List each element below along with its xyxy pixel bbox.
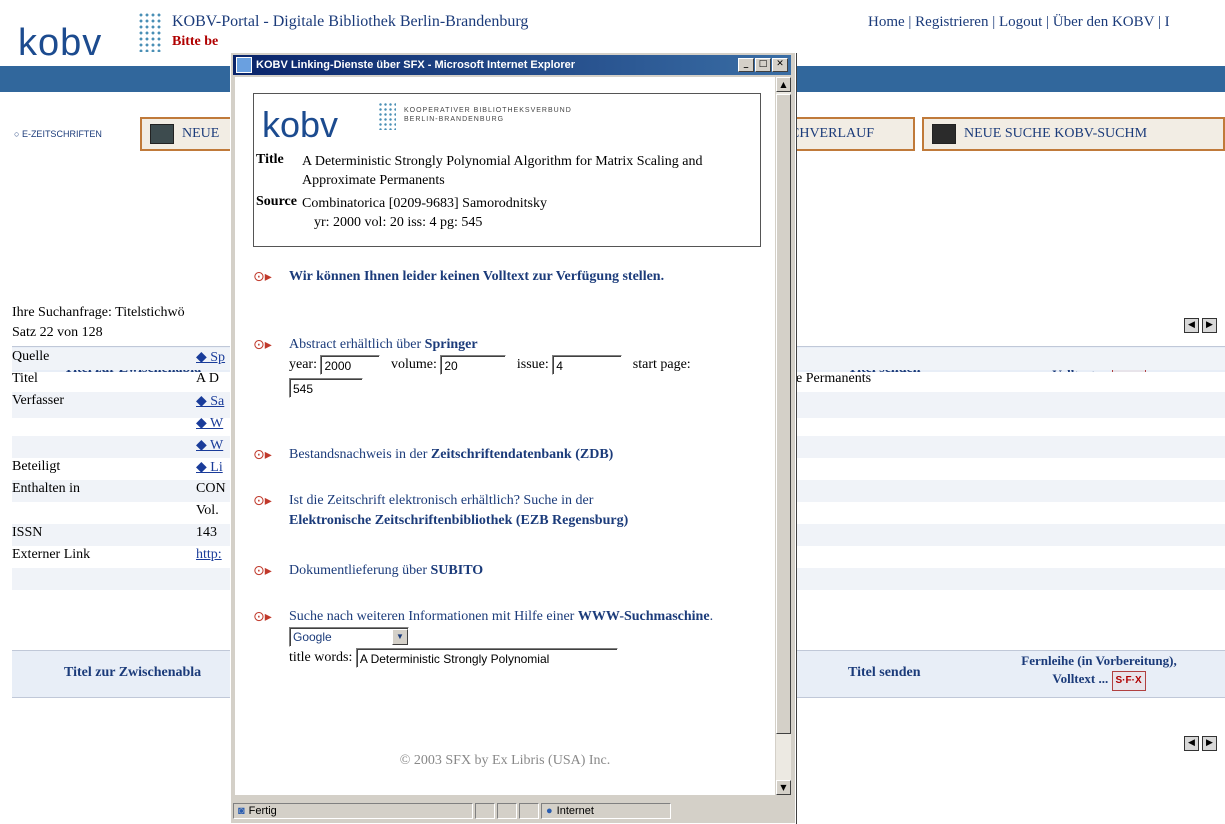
portal-title: KOBV-Portal - Digitale Bibliothek Berlin… [172, 13, 529, 30]
titel-tail: e Permanents [796, 371, 872, 386]
springer-link[interactable]: Springer [425, 337, 478, 352]
status-text: ◙ Fertig [233, 803, 473, 819]
copyright: © 2003 SFX by Ex Libris (USA) Inc. [399, 753, 611, 768]
externer-link-value[interactable]: http: [196, 547, 222, 563]
citation-source: Source Combinatorica [0209-9683] Samorodn… [256, 194, 547, 230]
scroll-thumb[interactable] [776, 94, 791, 734]
org-name: KOOPERATIVER BIBLIOTHEKSVERBUND BERLIN-BR… [404, 107, 572, 123]
service-ezb: ⊙▸ Ist die Zeitschrift elektronisch erhä… [253, 493, 629, 528]
issn-label: ISSN [12, 525, 43, 540]
prev-record-icon[interactable]: ◀ [1184, 318, 1199, 333]
fernleihe-bottom[interactable]: Fernleihe (in Vorbereitung), Volltext ..… [975, 652, 1223, 691]
year-input[interactable]: 2000 [320, 355, 381, 375]
externer-link-label: Externer Link [12, 547, 91, 562]
popup-logo-dots [378, 102, 396, 130]
prev-record-icon[interactable]: ◀ [1184, 736, 1199, 751]
citation-title: Title A Deterministic Strongly Polynomial… [256, 152, 703, 188]
popup-kobv-logo: kobv [262, 104, 339, 145]
status-zone: ● Internet [541, 803, 671, 819]
verfasser-label: Verfasser [12, 393, 65, 408]
arrow-bullet-icon: ⊙▸ [253, 493, 272, 509]
scroll-up-icon[interactable]: ▲ [776, 77, 791, 92]
scroll-down-icon[interactable]: ▼ [776, 780, 791, 795]
popup-content: kobv KOOPERATIVER BIBLIOTHEKSVERBUND BERL… [235, 77, 775, 795]
enthalten-value: CON [196, 481, 226, 496]
verfasser-value-3[interactable]: ◆ W [196, 437, 223, 454]
send-title-link-bottom[interactable]: Titel senden [848, 665, 920, 681]
zdb-link[interactable]: Zeitschriftendatenbank (ZDB) [431, 447, 613, 462]
arrow-bullet-icon: ⊙▸ [253, 609, 272, 625]
websearch-link[interactable]: WWW-Suchmaschine [578, 609, 710, 624]
globe-icon: ● [546, 805, 553, 817]
enthalten-vol: Vol. [196, 503, 219, 518]
nav-ezeitschriften[interactable]: ○ E-ZEITSCHRIFTEN [14, 129, 102, 139]
maximize-button[interactable]: □ [755, 58, 771, 72]
logo-dots [138, 12, 162, 52]
search-query: Ihre Suchanfrage: Titelstichwö [12, 305, 185, 320]
nav-neue-suche-button[interactable]: NEUE SUCHE KOBV-SUCHM [922, 117, 1225, 151]
service-abstract: ⊙▸ Abstract erhältlich über Springer yea… [253, 337, 691, 399]
arrow-bullet-icon: ⊙▸ [253, 447, 272, 463]
binoculars-icon [932, 124, 956, 144]
clipboard-link-bottom[interactable]: Titel zur Zwischenabla [64, 665, 201, 681]
arrow-bullet-icon: ⊙▸ [253, 337, 272, 353]
nav-neue-button[interactable]: NEUE [140, 117, 240, 151]
building-icon [150, 124, 174, 144]
title-words-input[interactable]: A Deterministic Strongly Polynomial [355, 648, 618, 668]
next-record-icon[interactable]: ▶ [1202, 318, 1217, 333]
ezb-link[interactable]: Elektronische Zeitschriftenbibliothek (E… [289, 513, 628, 528]
record-nav-top: ◀ ▶ [1184, 318, 1217, 333]
kobv-logo[interactable]: kobv [18, 22, 102, 65]
enthalten-label: Enthalten in [12, 481, 81, 496]
issue-input[interactable]: 4 [552, 355, 623, 375]
top-links[interactable]: Home | Registrieren | Logout | Über den … [868, 14, 1170, 31]
minimize-button[interactable]: _ [738, 58, 754, 72]
service-zdb: ⊙▸ Bestandsnachweis in der Zeitschriften… [253, 447, 614, 463]
titel-value: A D [196, 371, 219, 386]
volume-input[interactable]: 20 [440, 355, 507, 375]
verfasser-value-2[interactable]: ◆ W [196, 415, 223, 432]
popup-scrollbar[interactable]: ▲ ▼ [776, 77, 791, 795]
service-websearch: ⊙▸ Suche nach weiteren Informationen mit… [253, 609, 714, 668]
next-record-icon[interactable]: ▶ [1202, 736, 1217, 751]
quelle-label: Quelle [12, 349, 50, 364]
quelle-value[interactable]: ◆ Sp [196, 349, 225, 366]
popup-titlebar[interactable]: KOBV Linking-Dienste über SFX - Microsof… [233, 55, 791, 75]
service-subito: ⊙▸ Dokumentlieferung über SUBITO [253, 563, 484, 579]
search-engine-select[interactable]: Google ▼ [289, 627, 409, 647]
titel-label: Titel [12, 371, 38, 386]
close-button[interactable]: ✕ [772, 58, 788, 72]
sfx-button-bottom[interactable]: S·F·X [1111, 671, 1146, 691]
record-nav-bottom: ◀ ▶ [1184, 736, 1217, 751]
service-fulltext: ⊙▸ Wir können Ihnen leider keinen Vollte… [253, 269, 665, 285]
issn-value: 143 [196, 525, 217, 540]
beteiligt-label: Beteiligt [12, 459, 61, 474]
portal-warning: Bitte be [172, 34, 219, 49]
citation-box: kobv KOOPERATIVER BIBLIOTHEKSVERBUND BERL… [253, 93, 761, 247]
chevron-down-icon: ▼ [392, 629, 408, 645]
beteiligt-value[interactable]: ◆ Li [196, 459, 223, 476]
record-counter: Satz 22 von 128 [12, 325, 103, 340]
nav-suchverlauf-button[interactable]: CHVERLAUF [780, 117, 915, 151]
ie-icon [236, 57, 252, 73]
arrow-bullet-icon: ⊙▸ [253, 563, 272, 579]
arrow-bullet-icon: ⊙▸ [253, 269, 272, 285]
sfx-popup-window: KOBV Linking-Dienste über SFX - Microsof… [230, 52, 796, 824]
verfasser-value[interactable]: ◆ Sa [196, 393, 224, 410]
popup-statusbar: ◙ Fertig ● Internet [233, 801, 791, 821]
subito-link[interactable]: SUBITO [431, 563, 484, 578]
startpage-input[interactable]: 545 [289, 378, 363, 399]
